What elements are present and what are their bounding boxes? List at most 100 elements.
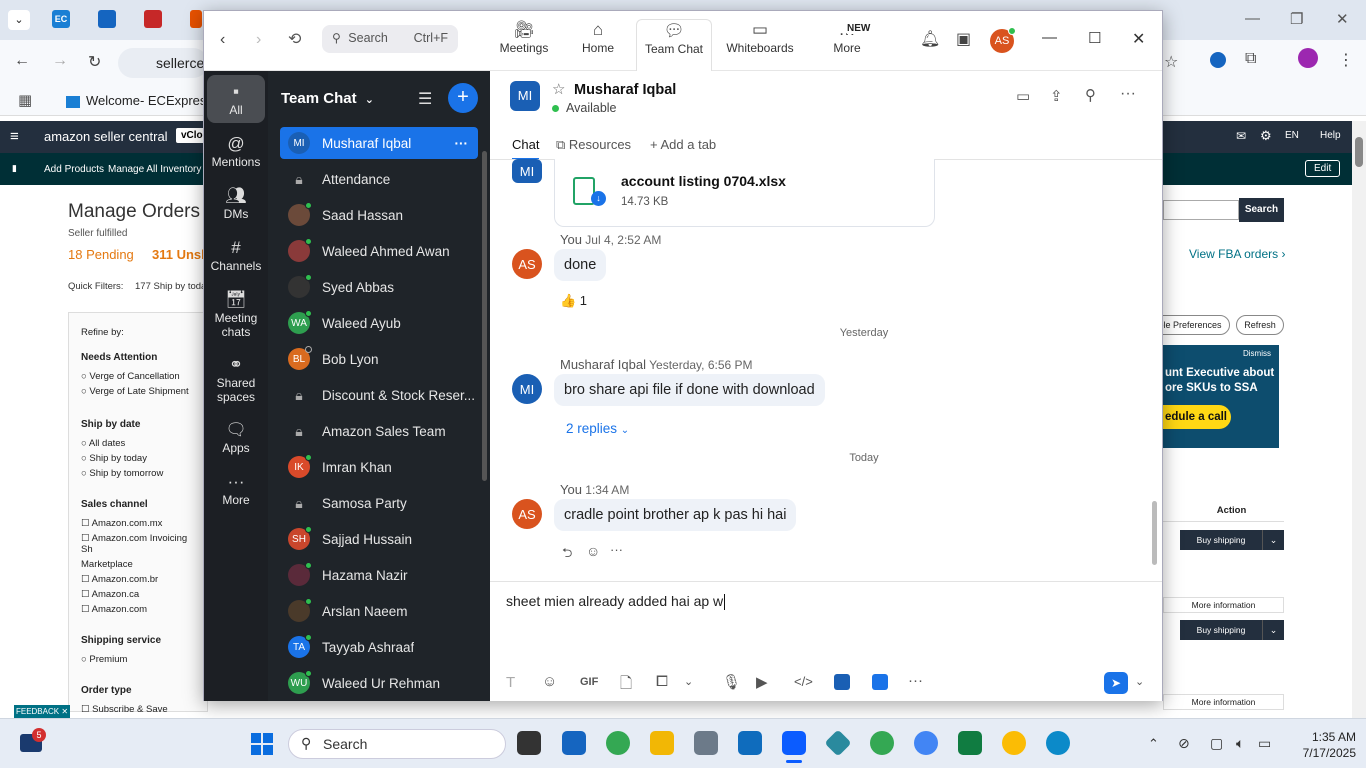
schedule-call-button[interactable]: edule a call <box>1163 405 1231 429</box>
screenshot-icon[interactable]: ⧠ <box>656 673 668 690</box>
outlook-icon[interactable] <box>738 731 762 755</box>
help-link[interactable]: Help <box>1320 130 1341 141</box>
chat-search-icon[interactable]: ⚲ <box>1085 86 1096 104</box>
chat-list-title[interactable]: Team Chat ⌄ <box>281 90 374 107</box>
app-icon-2[interactable] <box>872 674 888 690</box>
add-reaction-icon[interactable]: ☺ <box>586 543 600 559</box>
task-view-icon[interactable] <box>517 731 541 755</box>
reaction-thumbs-up[interactable]: 👍 1 <box>560 293 587 309</box>
message-bubble-3[interactable]: cradle point brother ap k pas hi hai <box>554 499 797 531</box>
tab-resources[interactable]: ⧉ Resources <box>556 137 631 153</box>
start-button-icon[interactable] <box>251 733 273 755</box>
filter-icon[interactable]: ☰ <box>418 89 432 109</box>
chat-item-options-icon[interactable]: ··· <box>455 136 469 151</box>
address-bar[interactable]: sellerce <box>118 48 208 78</box>
file-explorer-icon[interactable] <box>650 731 674 755</box>
extensions-icon[interactable]: ⧉ <box>1245 50 1256 68</box>
filter-ch-br[interactable]: ☐ Amazon.com.br <box>81 574 195 585</box>
ec-tab-icon[interactable]: EC <box>52 10 70 28</box>
calendar-icon[interactable]: ▣ <box>956 29 971 49</box>
screenshot-options-chevron-icon[interactable]: ⌄ <box>684 675 693 688</box>
chrome-profile-3-icon[interactable] <box>914 731 938 755</box>
chat-list-item[interactable]: BL Bob Lyon <box>280 343 478 375</box>
tray-volume-icon[interactable]: 🔈︎ <box>1236 735 1244 752</box>
message-bubble-2[interactable]: bro share api file if done with download <box>554 374 825 406</box>
chat-options-icon[interactable]: ··· <box>1120 85 1136 103</box>
filter-premium[interactable]: ○ Premium <box>81 654 195 665</box>
file-attachment-card[interactable]: ↓ account listing 0704.xlsx 14.73 KB <box>554 159 935 227</box>
zoom-minimize-icon[interactable]: — <box>1042 29 1057 46</box>
buy-shipping-button-2[interactable]: Buy shipping <box>1180 620 1262 640</box>
view-fba-link[interactable]: View FBA orders › <box>1189 247 1286 261</box>
rail-channels[interactable]: # Channels <box>204 237 268 273</box>
notifications-bell-icon[interactable]: 🔔︎ <box>920 29 940 49</box>
tray-chevron-up-icon[interactable]: ⌃ <box>1148 736 1159 752</box>
chat-list-item[interactable]: Waleed Ahmed Awan <box>280 235 478 267</box>
message-avatar-as-2[interactable]: AS <box>512 499 542 529</box>
more-info-link-1[interactable]: More information <box>1163 597 1284 613</box>
more-info-link-2[interactable]: More information <box>1163 694 1284 710</box>
chat-list-item[interactable]: 🔒︎ Amazon Sales Team <box>280 415 478 447</box>
attach-file-icon[interactable]: 🗋︎ <box>620 673 632 698</box>
page-scroll-thumb[interactable] <box>1355 137 1363 167</box>
message-avatar-as[interactable]: AS <box>512 249 542 279</box>
chat-list-item[interactable]: WU Waleed Ur Rehman <box>280 667 478 699</box>
compose-input[interactable]: sheet mien already added hai ap w <box>506 591 1146 651</box>
back-icon[interactable]: ← <box>14 52 30 70</box>
nav-team-chat[interactable]: 💬︎ Team Chat <box>636 19 712 71</box>
message-more-icon[interactable]: ··· <box>610 542 623 557</box>
filter-verge-cancel[interactable]: ○ Verge of Cancellation <box>81 371 195 382</box>
browser-restore-icon[interactable]: ❐ <box>1290 10 1303 28</box>
extension-vpn-icon[interactable] <box>1210 52 1226 68</box>
buy-shipping-dropdown-2[interactable]: ⌄ <box>1262 620 1284 640</box>
chat-list-item[interactable]: Hazama Nazir <box>280 559 478 591</box>
calculator-icon[interactable] <box>694 731 718 755</box>
excel-icon[interactable] <box>958 731 982 755</box>
taskbar-date[interactable]: 7/17/2025 <box>1286 746 1356 760</box>
emoji-icon[interactable]: ☺ <box>542 673 557 690</box>
send-options-chevron-icon[interactable]: ⌄ <box>1135 675 1144 688</box>
language-selector[interactable]: EN <box>1285 130 1299 141</box>
chat-header-name[interactable]: Musharaf Iqbal <box>574 82 676 98</box>
tab-add[interactable]: + Add a tab <box>650 137 716 152</box>
dhl-tab-icon[interactable] <box>144 10 162 28</box>
profile-icon[interactable] <box>1298 48 1318 68</box>
chat-list-scrollbar[interactable] <box>482 151 487 481</box>
bookmark-nav-icon[interactable]: ▮ <box>12 163 17 174</box>
format-text-icon[interactable]: T <box>506 674 515 691</box>
chat-list-item[interactable]: MI Musharaf Iqbal ··· <box>280 127 478 159</box>
messages-scrollbar[interactable] <box>1152 501 1157 565</box>
rail-apps[interactable]: 🗨︎ Apps <box>204 419 268 455</box>
filter-all-dates[interactable]: ○ All dates <box>81 438 195 449</box>
send-button[interactable]: ➤ <box>1104 672 1128 694</box>
share-screen-icon[interactable]: ⇪ <box>1050 87 1063 105</box>
favorite-star-icon[interactable]: ☆ <box>552 80 565 98</box>
message-avatar-mi-2[interactable]: MI <box>512 374 542 404</box>
zoom-close-icon[interactable]: ✕ <box>1132 29 1145 49</box>
pending-tab[interactable]: 18 Pending <box>68 247 134 262</box>
zoom-maximize-icon[interactable]: ☐ <box>1088 29 1101 47</box>
rail-dms[interactable]: 👥︎ DMs <box>204 185 268 221</box>
gif-button[interactable]: GIF <box>580 676 598 688</box>
promo-dismiss[interactable]: Dismiss <box>1243 349 1271 358</box>
filter-ship-tomorrow[interactable]: ○ Ship by tomorrow <box>81 468 195 479</box>
rail-shared-spaces[interactable]: ⚭ Shared spaces <box>204 354 268 404</box>
browser-menu-icon[interactable]: ⋮ <box>1338 50 1354 70</box>
bookmark-ecexpress[interactable]: Welcome- ECExpres... <box>66 93 217 108</box>
nav-manage-inventory[interactable]: Manage All Inventory <box>108 164 201 175</box>
zoom-forward-icon[interactable]: › <box>256 31 261 49</box>
feedback-tab[interactable]: FEEDBACK ✕ <box>14 705 70 719</box>
nav-meetings[interactable]: 🎥︎ Meetings <box>486 19 562 55</box>
browser-close-icon[interactable]: ✕ <box>1336 10 1349 28</box>
docs-tab-icon[interactable] <box>98 10 116 28</box>
chrome-profile-4-icon[interactable] <box>1002 731 1026 755</box>
page-scrollbar[interactable] <box>1352 121 1366 718</box>
message-avatar-mi[interactable]: MI <box>512 159 542 183</box>
user-avatar[interactable]: AS <box>990 27 1016 53</box>
forward-icon[interactable]: → <box>52 52 68 70</box>
rail-mentions[interactable]: @ Mentions <box>204 133 268 169</box>
mail-icon[interactable]: ✉ <box>1236 129 1246 143</box>
microphone-icon[interactable]: 🎙︎ <box>722 673 741 691</box>
store-icon[interactable] <box>562 731 586 755</box>
amazon-menu-icon[interactable]: ≡ <box>10 128 19 145</box>
